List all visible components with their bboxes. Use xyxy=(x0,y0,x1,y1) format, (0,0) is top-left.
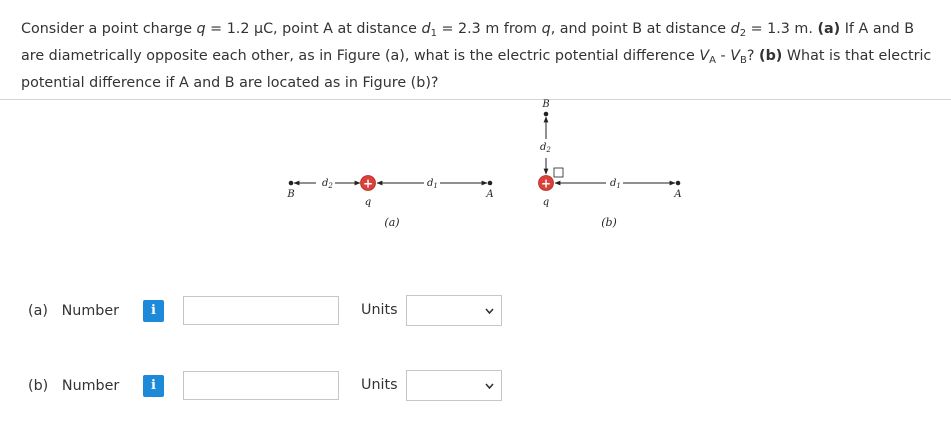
point-a-dot xyxy=(675,180,681,186)
answer-a-number-input[interactable] xyxy=(183,296,339,325)
chevron-down-icon xyxy=(485,308,494,314)
answer-b-number-input[interactable] xyxy=(183,371,339,400)
d1-label: d1 xyxy=(610,178,621,190)
info-icon[interactable]: i xyxy=(143,375,164,397)
answer-a-letter: (a) xyxy=(28,303,48,319)
point-b-label: B xyxy=(286,189,294,200)
answer-a-label: (a) Number xyxy=(28,303,119,319)
point-a-label: A xyxy=(485,189,493,200)
charge-q-label: q xyxy=(543,197,549,208)
answer-b-units-select[interactable] xyxy=(406,370,502,401)
d1-label: d1 xyxy=(427,178,438,190)
answer-b-units-label: Units xyxy=(361,377,398,393)
info-icon[interactable]: i xyxy=(143,300,164,322)
figure-b: B d2 + d1 q A (b) xyxy=(538,99,682,229)
point-b-dot xyxy=(288,180,294,186)
point-b-label: B xyxy=(541,99,549,110)
answer-a-units-select[interactable] xyxy=(406,295,502,326)
answer-b-label: (b) Number xyxy=(28,378,119,394)
charge-plus: + xyxy=(363,177,373,191)
answer-b-word: Number xyxy=(61,378,120,394)
right-angle-mark xyxy=(553,167,564,178)
charge-q-label: q xyxy=(365,197,371,208)
d2-label: d2 xyxy=(540,142,551,154)
d2-label: d2 xyxy=(322,178,333,190)
point-b-dot xyxy=(543,111,549,117)
answer-a-word: Number xyxy=(61,303,119,319)
figure-a: d2 + d1 B q A (a) xyxy=(286,175,494,229)
answer-a-units-label: Units xyxy=(361,302,398,318)
point-a-dot xyxy=(487,180,493,186)
charge-plus: + xyxy=(541,177,551,191)
answer-b-letter: (b) xyxy=(28,378,49,394)
point-a-label: A xyxy=(673,189,681,200)
caption-b: (b) xyxy=(601,216,617,229)
chevron-down-icon xyxy=(485,383,494,389)
caption-a: (a) xyxy=(384,216,399,229)
